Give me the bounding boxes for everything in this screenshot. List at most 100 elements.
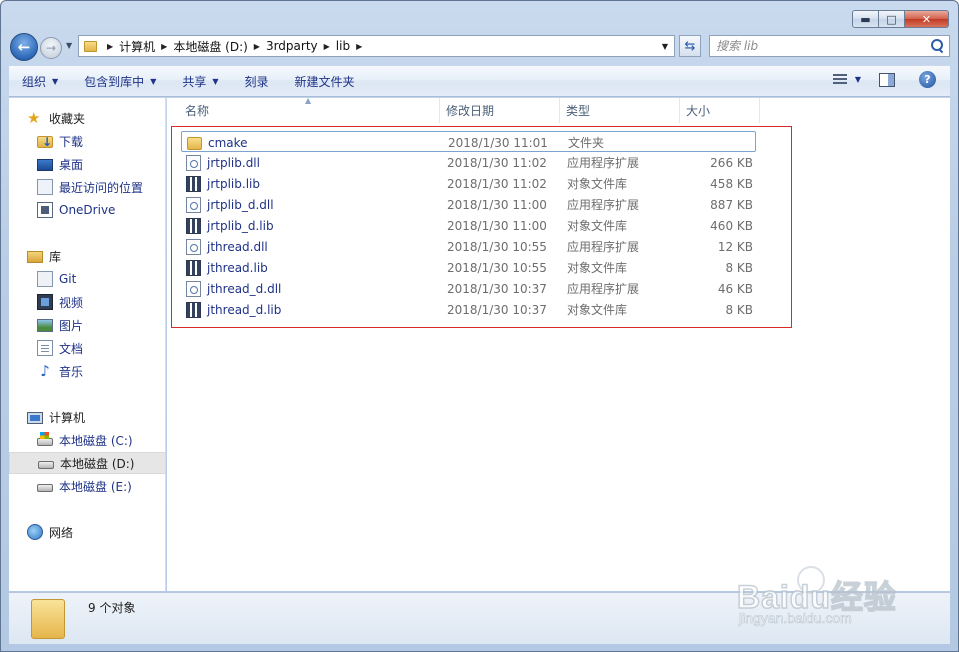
file-modified: 2018/1/30 11:02	[447, 176, 547, 191]
breadcrumb-3rdparty[interactable]: 3rdparty	[266, 39, 318, 53]
nav-computer[interactable]: 计算机	[27, 406, 85, 428]
lib-icon	[186, 175, 201, 192]
breadcrumb-drive-d[interactable]: 本地磁盘 (D:)	[173, 38, 247, 55]
file-modified: 2018/1/30 10:37	[447, 281, 547, 296]
nav-item-documents[interactable]: 文档	[37, 337, 83, 359]
column-name[interactable]: 名称	[179, 98, 440, 123]
include-in-library-menu[interactable]: 包含到库中 ▼	[71, 73, 169, 90]
document-icon	[37, 340, 53, 356]
file-row[interactable]: jthread.lib 2018/1/30 10:55 对象文件库 8 KB	[181, 257, 756, 278]
back-button[interactable]: ←	[10, 33, 38, 61]
video-icon	[37, 294, 53, 310]
nav-item-git[interactable]: Git	[37, 268, 76, 290]
preview-pane-icon[interactable]	[879, 72, 895, 87]
lib-icon	[186, 217, 201, 234]
maximize-button[interactable]: □	[879, 10, 905, 28]
nav-item-videos[interactable]: 视频	[37, 291, 83, 313]
file-row[interactable]: jthread_d.dll 2018/1/30 10:37 应用程序扩展 46 …	[181, 278, 756, 299]
file-row[interactable]: jrtplib.dll 2018/1/30 11:02 应用程序扩展 266 K…	[181, 152, 756, 173]
view-dropdown-icon[interactable]: ▼	[855, 75, 861, 84]
nav-item-label: 本地磁盘 (D:)	[60, 456, 135, 471]
file-name: jthread.dll	[207, 239, 268, 254]
chevron-right-icon[interactable]: ▶	[248, 42, 266, 51]
organize-label: 组织	[22, 74, 47, 89]
nav-item-label: 图片	[59, 318, 84, 333]
address-dropdown-icon[interactable]: ▼	[656, 36, 674, 56]
nav-item-label: OneDrive	[59, 203, 116, 217]
file-type: 应用程序扩展	[567, 156, 640, 170]
file-name: jrtplib.lib	[207, 176, 260, 191]
column-type[interactable]: 类型	[560, 98, 680, 123]
burn-button[interactable]: 刻录	[232, 73, 282, 90]
search-input[interactable]	[716, 37, 929, 55]
close-button[interactable]: ✕	[905, 10, 949, 28]
file-type: 对象文件库	[567, 177, 628, 191]
minimize-button[interactable]: ▬	[852, 10, 879, 28]
file-row[interactable]: cmake 2018/1/30 11:01 文件夹	[181, 131, 756, 152]
refresh-button[interactable]: ⇆	[679, 35, 701, 57]
breadcrumb-computer[interactable]: 计算机	[119, 38, 155, 55]
nav-item-recent-places[interactable]: 最近访问的位置	[37, 176, 143, 198]
search-icon[interactable]	[929, 38, 945, 54]
include-in-library-label: 包含到库中	[84, 74, 145, 89]
folder-icon	[187, 136, 202, 150]
address-bar[interactable]: ▶ 计算机 ▶ 本地磁盘 (D:) ▶ 3rdparty ▶ lib ▶ ▼	[78, 35, 675, 57]
chevron-right-icon[interactable]: ▶	[155, 42, 173, 51]
system-drive-icon	[37, 432, 53, 446]
file-size: 458 KB	[710, 176, 753, 191]
file-row[interactable]: jrtplib_d.lib 2018/1/30 11:00 对象文件库 460 …	[181, 215, 756, 236]
help-icon[interactable]: ?	[919, 71, 936, 88]
search-box[interactable]	[709, 35, 950, 57]
nav-item-drive-c[interactable]: 本地磁盘 (C:)	[37, 429, 133, 451]
navigation-row: ← → ▼ ▶ 计算机 ▶ 本地磁盘 (D:) ▶ 3rdparty ▶ lib…	[10, 33, 950, 61]
star-icon: ★	[27, 109, 41, 127]
lib-icon	[186, 259, 201, 276]
share-menu[interactable]: 共享 ▼	[169, 73, 231, 90]
chevron-right-icon[interactable]: ▶	[350, 42, 368, 51]
column-modified[interactable]: 修改日期	[440, 98, 560, 123]
file-name: jrtplib_d.lib	[207, 218, 274, 233]
nav-favorites[interactable]: ★ 收藏夹	[27, 107, 85, 129]
recent-pages-dropdown[interactable]: ▼	[66, 41, 72, 50]
nav-item-downloads[interactable]: 下载	[37, 130, 83, 152]
nav-item-label: 文档	[59, 341, 84, 356]
view-options-icon[interactable]	[832, 73, 849, 87]
nav-network[interactable]: 网络	[27, 521, 73, 543]
lib-icon	[186, 301, 201, 318]
file-type: 应用程序扩展	[567, 198, 640, 212]
file-name: cmake	[208, 135, 248, 150]
command-bar: 组织 ▼ 包含到库中 ▼ 共享 ▼ 刻录 新建文件夹 ▼ ?	[9, 65, 950, 97]
watermark-sub-text: jingyan.baidu.com	[739, 610, 852, 627]
file-modified: 2018/1/30 11:00	[447, 197, 547, 212]
file-size: 46 KB	[717, 281, 753, 296]
large-folder-icon	[31, 599, 65, 639]
breadcrumb-lib[interactable]: lib	[336, 39, 350, 53]
nav-item-music[interactable]: ♪ 音乐	[37, 360, 83, 382]
nav-libraries[interactable]: 库	[27, 245, 61, 267]
nav-network-label: 网络	[49, 525, 74, 540]
nav-item-pictures[interactable]: 图片	[37, 314, 83, 336]
nav-item-onedrive[interactable]: OneDrive	[37, 199, 115, 221]
file-row[interactable]: jthread.dll 2018/1/30 10:55 应用程序扩展 12 KB	[181, 236, 756, 257]
nav-item-label: 本地磁盘 (C:)	[59, 433, 133, 448]
organize-menu[interactable]: 组织 ▼	[9, 73, 71, 90]
forward-button[interactable]: →	[40, 37, 62, 59]
chevron-right-icon[interactable]: ▶	[101, 42, 119, 51]
navigation-pane: ★ 收藏夹 下载 桌面 最近访问的位置 OneDrive 库 Git	[9, 98, 166, 591]
new-folder-button[interactable]: 新建文件夹	[282, 73, 368, 90]
column-size[interactable]: 大小	[680, 98, 760, 123]
file-row[interactable]: jthread_d.lib 2018/1/30 10:37 对象文件库 8 KB	[181, 299, 756, 320]
file-row[interactable]: jrtplib_d.dll 2018/1/30 11:00 应用程序扩展 887…	[181, 194, 756, 215]
nav-item-drive-d[interactable]: 本地磁盘 (D:)	[9, 452, 166, 474]
downloads-folder-icon	[37, 135, 53, 149]
nav-item-drive-e[interactable]: 本地磁盘 (E:)	[37, 475, 132, 497]
folder-icon	[84, 40, 97, 52]
picture-icon	[37, 319, 53, 332]
music-icon: ♪	[40, 362, 50, 380]
chevron-right-icon[interactable]: ▶	[318, 42, 336, 51]
nav-item-label: 桌面	[59, 157, 84, 172]
nav-item-label: 音乐	[59, 364, 84, 379]
onedrive-icon	[37, 202, 53, 218]
nav-item-desktop[interactable]: 桌面	[37, 153, 83, 175]
file-row[interactable]: jrtplib.lib 2018/1/30 11:02 对象文件库 458 KB	[181, 173, 756, 194]
